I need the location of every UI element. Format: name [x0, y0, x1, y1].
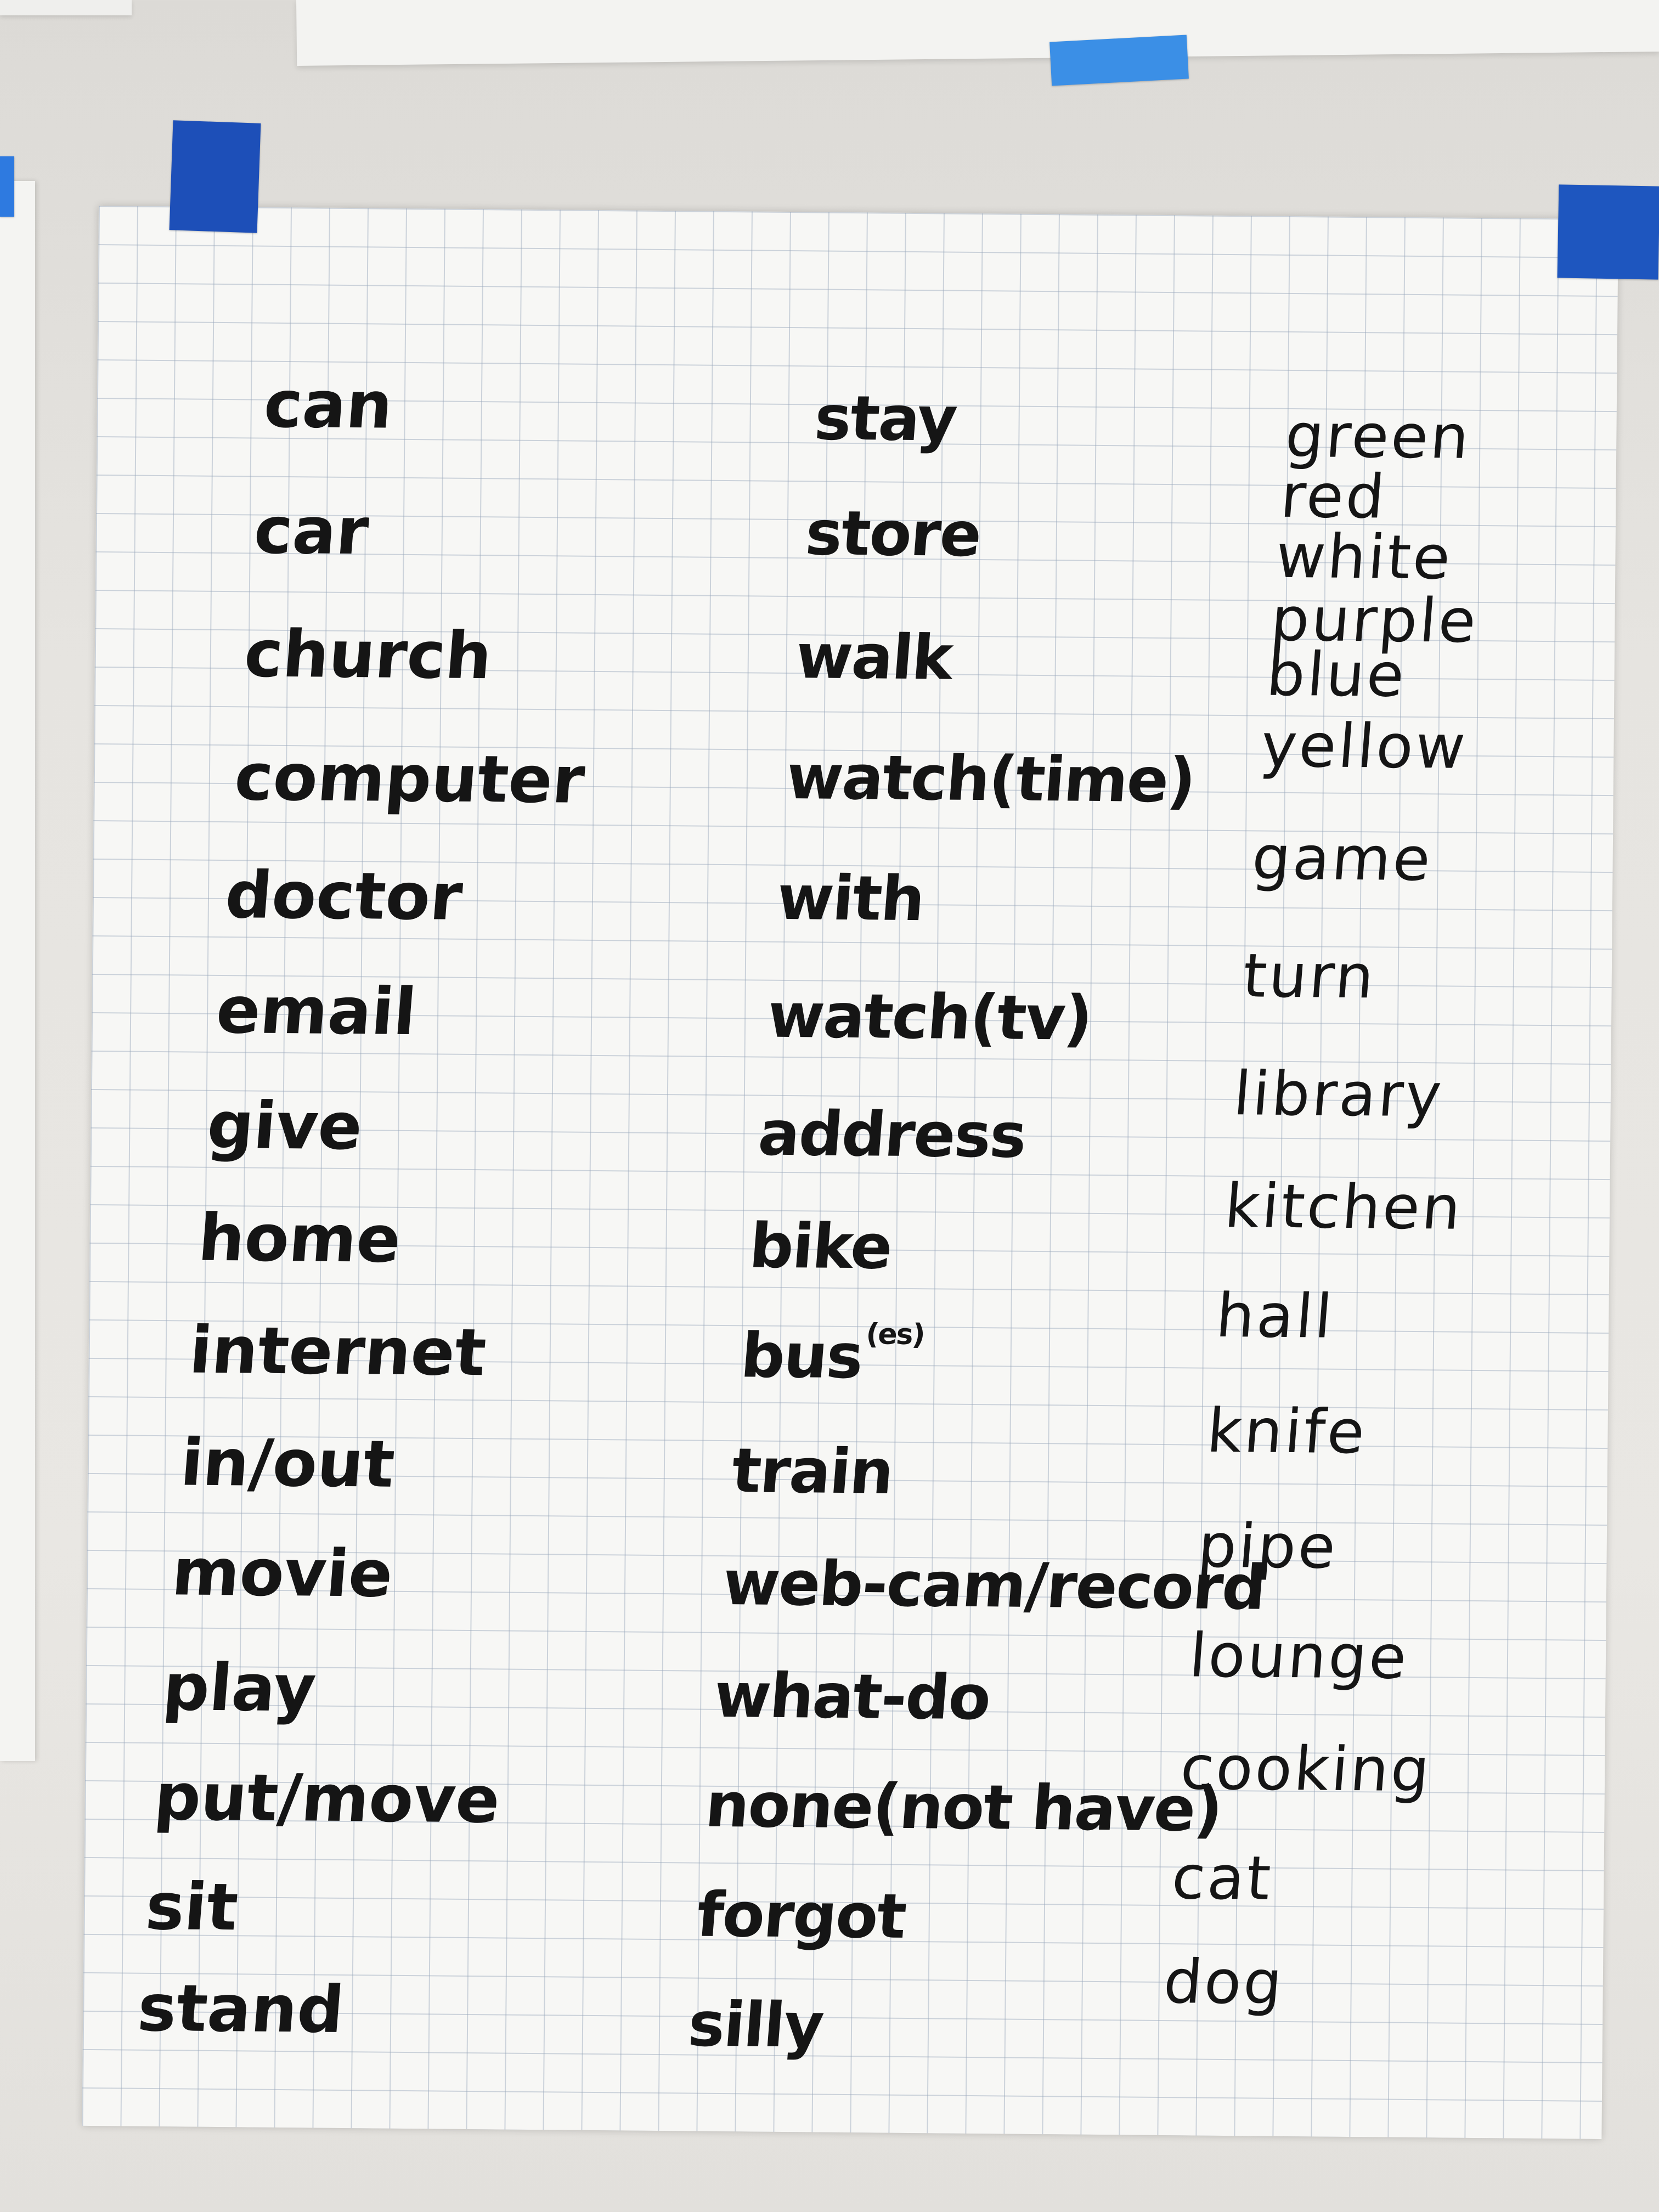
word-item: stay	[812, 382, 959, 455]
word-item: dog	[1161, 1946, 1287, 2018]
word-item: web-cam/record	[720, 1548, 1268, 1624]
word-item: church	[241, 616, 495, 694]
word-item: white	[1273, 521, 1455, 593]
word-item: what-do	[712, 1660, 993, 1734]
word-item: stand	[135, 1970, 347, 2047]
word-item: library	[1231, 1058, 1447, 1131]
adjacent-paper-left	[0, 181, 35, 1761]
blue-tape-top-left	[169, 120, 261, 233]
word-item: green	[1283, 400, 1474, 472]
vocabulary-chart-paper: can car church computer doctor email giv…	[82, 206, 1618, 2140]
word-item: store	[803, 498, 984, 571]
blue-tape-left-edge	[0, 156, 14, 217]
word-item: train	[729, 1435, 895, 1508]
word-item: lounge	[1187, 1620, 1412, 1692]
word-item: sit	[143, 1868, 241, 1945]
word-item: put/move	[151, 1759, 503, 1838]
adjacent-paper-top	[296, 0, 1659, 66]
blue-tape-top-right	[1557, 184, 1659, 280]
word-item: turn	[1240, 940, 1379, 1012]
word-item: walk	[793, 621, 955, 694]
word-item: kitchen	[1222, 1171, 1465, 1243]
word-item: car	[251, 492, 371, 569]
word-item: cat	[1169, 1842, 1276, 1914]
word-item: watch(time)	[783, 742, 1198, 817]
word-item: red	[1278, 460, 1390, 532]
word-text: bus	[738, 1320, 865, 1393]
word-item: address	[755, 1098, 1029, 1172]
word-item: hall	[1214, 1280, 1337, 1352]
word-item: home	[195, 1199, 404, 1277]
word-item: movie	[169, 1534, 396, 1612]
word-item: can	[261, 366, 396, 443]
wall-background: can car church computer doctor email giv…	[0, 0, 1659, 2212]
word-item: computer	[232, 739, 588, 818]
word-item: bus(es)	[738, 1318, 926, 1392]
word-item: pipe	[1195, 1510, 1341, 1582]
word-item: game	[1249, 822, 1435, 895]
word-item: email	[213, 972, 419, 1050]
word-item: blue	[1264, 639, 1409, 710]
word-item: play	[160, 1649, 319, 1726]
word-item: with	[774, 862, 927, 935]
word-item: doctor	[222, 857, 465, 935]
superscript-note: (es)	[865, 1318, 926, 1352]
word-item: yellow	[1258, 710, 1470, 782]
word-item: forgot	[694, 1879, 909, 1953]
word-item: none(not have)	[703, 1769, 1224, 1846]
word-item: internet	[187, 1312, 489, 1391]
word-item: in/out	[178, 1424, 398, 1502]
word-item: give	[204, 1087, 365, 1165]
word-item: knife	[1204, 1395, 1370, 1468]
adjacent-paper-top-left	[0, 0, 132, 15]
word-item: silly	[685, 1989, 826, 2062]
word-item: cooking	[1178, 1733, 1435, 1805]
blue-tape-top-center	[1049, 35, 1189, 86]
word-item: watch(tv)	[765, 980, 1094, 1054]
word-item: bike	[747, 1210, 894, 1283]
